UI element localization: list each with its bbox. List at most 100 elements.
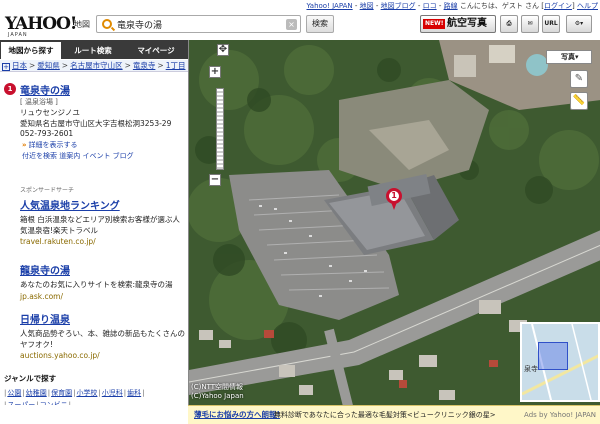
show-detail-link[interactable]: » 詳細を表示する [22,140,78,150]
result-title[interactable]: 竜泉寺の湯 [20,82,70,97]
greeting-prefix: こんにちは、 [459,2,502,10]
search-box: × [96,15,301,33]
separator: | [22,389,25,397]
breadcrumb-separator: > [61,61,69,70]
ad-title[interactable]: 龍泉寺の湯 [20,262,186,277]
link-yahoo-japan[interactable]: Yahoo! JAPAN [306,2,352,10]
yahoo-logo-sub: JAPAN [8,32,28,38]
breadcrumb-item[interactable]: 日本 [12,61,27,70]
bottom-ad-bar: 薄毛にお悩みの方へ朗報! 無料診断であなたに合った最適な毛髪対策<ビュークリニッ… [188,405,600,424]
breadcrumb-separator: > [124,61,131,70]
tab-route-search[interactable]: ルート検索 [63,42,123,59]
move-icon[interactable]: ✥ [217,44,229,56]
ad-description: 箱根 白浜温泉などエリア別検索お客様が選ぶ人気温泉宿!楽天トラベル [20,215,180,235]
chevron-down-icon: ▾ [575,53,579,61]
ads-by-yahoo[interactable]: Ads by Yahoo! JAPAN [524,406,596,424]
copyright-ntt: (C)NTT空間情報 [191,383,244,391]
overview-minimap[interactable]: 泉寺 [520,322,600,402]
new-badge: NEW! [423,19,446,29]
clear-search-button[interactable]: × [286,19,297,30]
search-input[interactable] [117,18,277,30]
aerial-photo-label: 航空写真 [447,18,487,29]
separator: | [98,389,101,397]
result-number-badge: 1 [4,83,16,95]
left-panel: 地図から探す ルート検索 マイページ + 日本 > 愛知県 > 名古屋市守山区 > 竜泉寺 >1… [0,40,188,410]
breadcrumb-item[interactable]: 名古屋市守山区 [70,61,123,70]
breadcrumb-separator: > [157,61,164,70]
link-route[interactable]: 路線 [444,2,458,10]
result-action-links[interactable]: 付近を検索 道案内 イベント ブログ [22,151,134,161]
zoom-out-button[interactable]: − [209,174,221,186]
minimap-viewport[interactable] [538,342,568,370]
breadcrumb-separator: > [29,61,36,70]
separator: | [142,389,145,397]
ad-url: auctions.yahoo.co.jp/ [20,351,100,360]
tab-search-from-map[interactable]: 地図から探す [1,42,61,59]
tab-my-page[interactable]: マイページ [125,42,187,59]
ad-description: あなたのお気に入りサイトを検索:龍泉寺の湯 [20,280,173,289]
separator: | [123,389,127,397]
genre-link[interactable]: 保育園 [51,389,72,397]
yahoo-logo[interactable]: YAHOO! [5,14,77,34]
ad-title[interactable]: 人気温泉地ランキング [20,197,186,212]
zoom-in-button[interactable]: + [209,66,221,78]
sponsor-label: スポンサードサーチ [20,187,75,194]
sponsored-ad: 人気温泉地ランキング 箱根 白浜温泉などエリア別検索お客様が選ぶ人気温泉宿!楽天… [20,197,186,246]
login-link[interactable]: ログイン [544,2,572,10]
show-detail-label: 詳細を表示する [28,141,78,149]
url-button[interactable]: URL [542,15,560,33]
help-link[interactable]: ヘルプ [577,2,598,10]
ad-description: 人気商品勢ぞろい、本、雑誌の新品もたくさんのヤフオク! [20,329,185,349]
minimap-label: 泉寺 [524,365,538,373]
zoom-slider[interactable] [216,88,224,170]
search-button[interactable]: 検索 [306,15,334,33]
header: YAHOO! JAPAN 地図 × 検索 NEW! 航空写真 ⎙ ✉ URL ⚙… [0,12,600,40]
tab-bar: 地図から探す ルート検索 マイページ [0,40,188,59]
top-utility-links: Yahoo! JAPAN - 地図 - 地図ブログ - ロコ - 路線 こんにち… [306,2,598,10]
breadcrumb-item[interactable]: 竜泉寺 [133,61,156,70]
breadcrumb-item[interactable]: 愛知県 [37,61,60,70]
pencil-icon[interactable]: ✎ [570,70,588,88]
greeting-suffix: さん [525,2,540,10]
breadcrumb-item[interactable]: 1丁目 [166,61,186,70]
result-tel: 052-793-2601 [20,129,74,138]
sponsored-ad: 龍泉寺の湯 あなたのお気に入りサイトを検索:龍泉寺の湯 jp.ask.com/ [20,262,186,301]
bottom-left-blank [0,405,188,424]
genre-link[interactable]: 公園 [7,389,21,397]
layer-select-button[interactable]: 写真▾ [546,50,592,64]
chevron-right-icon: » [22,141,27,149]
plus-icon[interactable]: + [2,63,10,71]
genre-link[interactable]: 幼稚園 [26,389,47,397]
genre-link[interactable]: 歯科 [127,389,141,397]
link-map[interactable]: 地図 [360,2,374,10]
search-icon [102,19,112,29]
result-address: 愛知県名古屋市守山区大字吉根松洞3253-29 [20,119,172,128]
user-name: ゲスト [501,2,523,10]
genre-link[interactable]: 小児科 [102,389,123,397]
separator: | [4,389,7,397]
ruler-icon[interactable]: 📏 [570,92,588,110]
sponsored-ad: 日帰り温泉 人気商品勢ぞろい、本、雑誌の新品もたくさんのヤフオク! auctio… [20,311,186,360]
print-icon[interactable]: ⎙ [500,15,518,33]
ad-title[interactable]: 日帰り温泉 [20,311,186,326]
breadcrumb: + 日本 > 愛知県 > 名古屋市守山区 > 竜泉寺 >1丁目 [0,60,188,72]
layer-label: 写真 [561,53,575,61]
bottom-ad-link[interactable]: 薄毛にお悩みの方へ朗報! [194,406,280,424]
genre-title: ジャンルで探す [4,374,57,383]
separator: | [47,389,51,397]
copyright-yahoo: (C)Yahoo Japan [191,392,244,400]
link-map-blog[interactable]: 地図ブログ [381,2,416,10]
gear-icon[interactable]: ⚙▾ [566,15,592,33]
mail-icon[interactable]: ✉ [521,15,539,33]
result-category: [ 温泉浴場 ] [20,98,58,106]
bottom-ad-text[interactable]: 無料診断であなたに合った最適な毛髪対策<ビュークリニック銀の星> [274,406,496,424]
service-name: 地図 [74,20,90,29]
ad-url: jp.ask.com/ [20,291,64,301]
link-loco[interactable]: ロコ [423,2,437,10]
aerial-photo-button[interactable]: NEW! 航空写真 [420,15,496,33]
genre-link[interactable]: 小学校 [76,389,97,397]
ad-url: travel.rakuten.co.jp/ [20,237,96,246]
map-copyright: (C)NTT空間情報 (C)Yahoo Japan [191,383,244,401]
map-pin-tail [391,202,397,210]
result-kana: リュウセンジノユ [20,108,80,117]
